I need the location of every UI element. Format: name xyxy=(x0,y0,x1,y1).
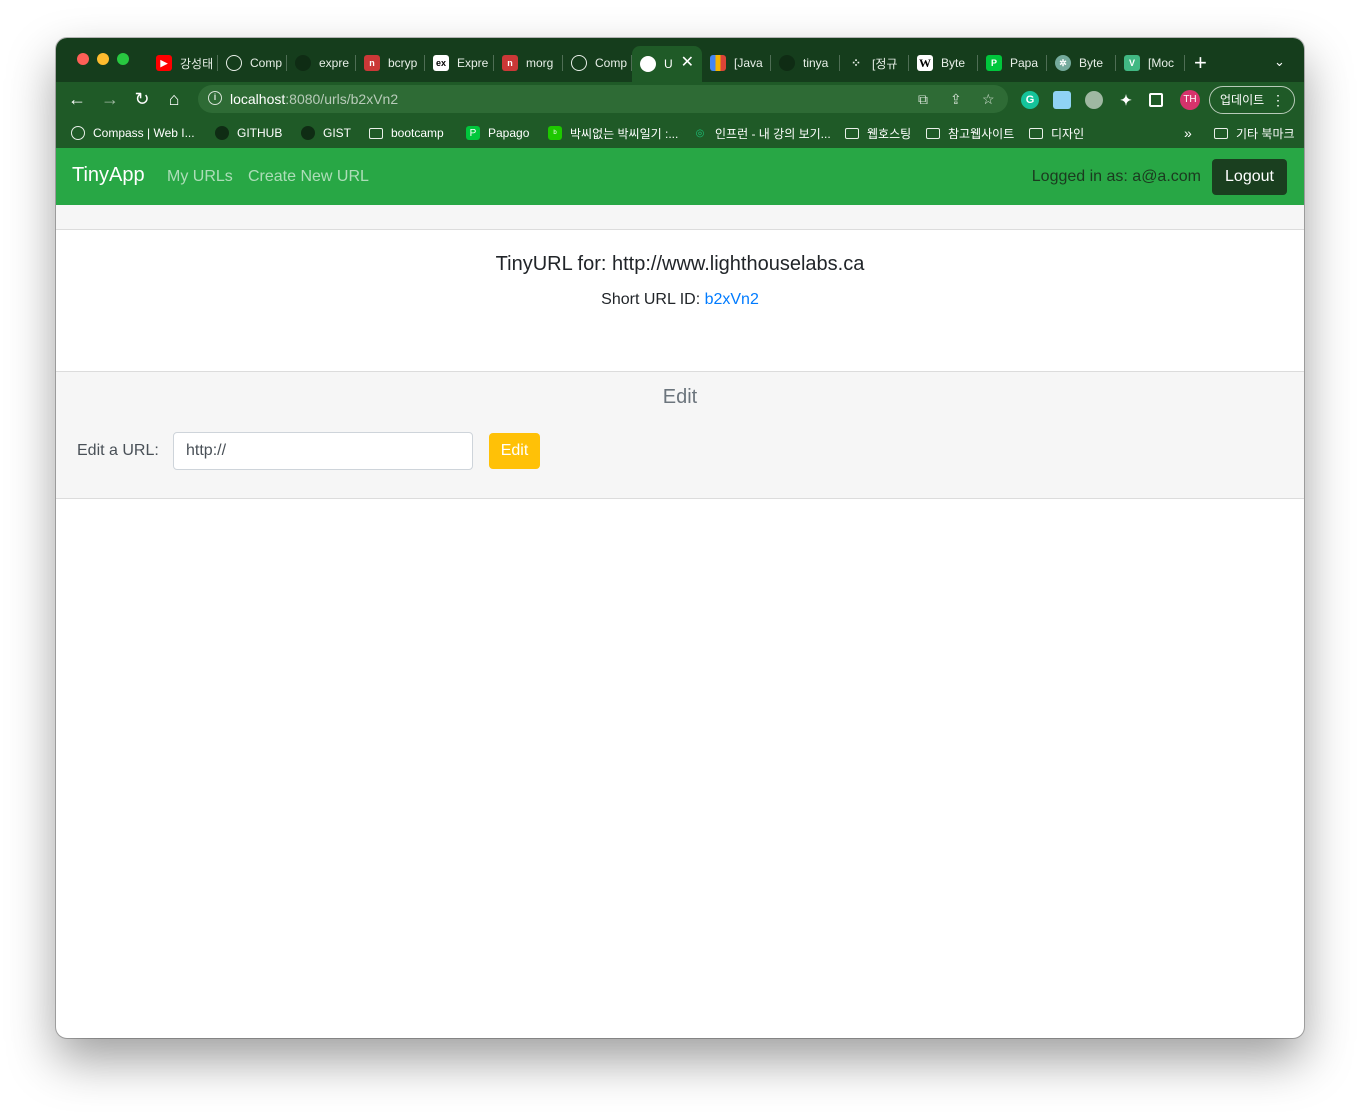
address-url[interactable]: localhost:8080/urls/b2xVn2 xyxy=(230,91,398,107)
wikipedia-icon: W xyxy=(917,55,933,71)
bookmark-item[interactable]: ◎ 인프런 - 내 강의 보기... xyxy=(693,125,831,141)
browser-tab[interactable]: ⁘ [정규 xyxy=(840,50,909,76)
edit-heading: Edit xyxy=(662,386,698,408)
compass-icon xyxy=(226,55,242,71)
edit-url-input[interactable] xyxy=(173,432,473,470)
npm-icon: n xyxy=(502,55,518,71)
edit-button[interactable]: Edit xyxy=(489,433,540,469)
browser-tab[interactable]: V [Moc xyxy=(1116,50,1185,76)
tab-strip: ▶ 강성태 Comp expre n bcryp ex Expre n morg… xyxy=(56,38,1304,82)
window-maximize-button[interactable] xyxy=(117,53,129,65)
inflearn-icon: ◎ xyxy=(695,127,705,139)
other-bookmarks[interactable]: 기타 북마크 xyxy=(1214,125,1295,141)
browser-tab[interactable]: expre xyxy=(287,50,356,76)
edit-url-label: Edit a URL: xyxy=(77,442,159,459)
bookmark-item[interactable]: 참고웹사이트 xyxy=(926,125,1014,141)
url-card: TinyURL for: http://www.lighthouselabs.c… xyxy=(56,231,1304,371)
browser-window: ▶ 강성태 Comp expre n bcryp ex Expre n morg… xyxy=(56,38,1304,1038)
site-info-icon[interactable]: i xyxy=(208,91,222,105)
youtube-icon: ▶ xyxy=(156,55,172,71)
card-title: TinyURL for: http://www.lighthouselabs.c… xyxy=(495,253,865,275)
browser-tab[interactable]: n bcryp xyxy=(356,50,425,76)
folder-icon xyxy=(845,126,859,140)
avatar[interactable]: TH xyxy=(1180,90,1200,110)
browser-tab-active[interactable]: U ✕ xyxy=(632,46,702,82)
translate-icon[interactable]: ⧉ xyxy=(918,90,928,108)
browser-tab[interactable]: Comp xyxy=(563,50,632,76)
nav-my-urls[interactable]: My URLs xyxy=(167,168,233,186)
browser-tab[interactable]: tinya xyxy=(771,50,840,76)
blog-icon: b xyxy=(548,126,562,140)
github-icon xyxy=(779,55,795,71)
compass-icon xyxy=(71,126,85,140)
browser-tab[interactable]: n morg xyxy=(494,50,563,76)
dots-icon: ⁘ xyxy=(850,56,862,70)
logout-button[interactable]: Logout xyxy=(1212,159,1287,195)
bookmark-star-icon[interactable]: ☆ xyxy=(982,90,995,108)
chatgpt-icon: ✲ xyxy=(1055,55,1071,71)
back-arrow-icon[interactable]: ← xyxy=(66,88,88,110)
chevron-down-icon[interactable]: ⌄ xyxy=(1274,54,1285,70)
bookmark-item[interactable]: b 박씨없는 박씨일기 :... xyxy=(548,125,678,141)
blocks-icon xyxy=(710,55,726,71)
address-bar[interactable]: i localhost:8080/urls/b2xVn2 ⧉ ⇪ ☆ xyxy=(198,85,1008,113)
folder-icon xyxy=(369,126,383,140)
folder-icon xyxy=(1029,126,1043,140)
short-url-line: Short URL ID: b2xVn2 xyxy=(601,291,759,308)
short-url-link[interactable]: b2xVn2 xyxy=(705,291,759,308)
menu-dots-icon: ⋮ xyxy=(1271,92,1285,108)
new-tab-plus-icon[interactable]: + xyxy=(1194,52,1207,74)
globe-icon xyxy=(640,56,656,72)
github-icon xyxy=(295,55,311,71)
browser-tab[interactable]: [Java xyxy=(702,50,771,76)
browser-tab[interactable]: P Papa xyxy=(978,50,1047,76)
home-icon[interactable]: ⌂ xyxy=(163,88,185,110)
bookmark-item[interactable]: P Papago xyxy=(466,125,529,141)
browser-tab[interactable]: W Byte xyxy=(909,50,978,76)
browser-tab[interactable]: ✲ Byte xyxy=(1047,50,1116,76)
browser-tab[interactable]: ex Expre xyxy=(425,50,494,76)
puzzle-icon[interactable]: ✦ xyxy=(1117,91,1135,109)
reload-icon[interactable]: ↻ xyxy=(131,88,153,110)
bookmark-item[interactable]: GIST xyxy=(301,125,351,141)
express-icon: ex xyxy=(433,55,449,71)
forward-arrow-icon[interactable]: → xyxy=(99,88,121,110)
extension-globe-icon[interactable] xyxy=(1085,91,1103,109)
bookmarks-bar: Compass | Web I... GITHUB GIST bootcamp … xyxy=(56,118,1304,148)
bookmark-item[interactable]: bootcamp xyxy=(369,125,444,141)
folder-icon xyxy=(1214,126,1228,140)
window-minimize-button[interactable] xyxy=(97,53,109,65)
browser-toolbar: ← → ↻ ⌂ i localhost:8080/urls/b2xVn2 ⧉ ⇪… xyxy=(56,82,1304,118)
browser-tab[interactable]: ▶ 강성태 xyxy=(148,50,218,76)
app-navbar: TinyApp My URLs Create New URL Logged in… xyxy=(56,148,1304,205)
bookmarks-overflow-button[interactable]: » xyxy=(1184,125,1192,141)
extension-icon[interactable] xyxy=(1053,91,1071,109)
update-button[interactable]: 업데이트 ⋮ xyxy=(1209,86,1295,114)
github-icon xyxy=(301,126,315,140)
grammarly-icon[interactable]: G xyxy=(1021,91,1039,109)
edit-section: Edit Edit a URL: Edit xyxy=(56,371,1304,499)
papago-icon: P xyxy=(466,126,480,140)
bookmark-item[interactable]: 웹호스팅 xyxy=(845,125,911,141)
card-header xyxy=(56,205,1304,230)
nav-create-new-url[interactable]: Create New URL xyxy=(248,168,369,186)
close-tab-icon[interactable]: ✕ xyxy=(681,54,694,72)
bookmark-item[interactable]: 디자인 xyxy=(1029,125,1084,141)
share-icon[interactable]: ⇪ xyxy=(950,90,962,108)
npm-icon: n xyxy=(364,55,380,71)
papago-icon: P xyxy=(986,55,1002,71)
brand-link[interactable]: TinyApp xyxy=(72,164,145,187)
bookmark-item[interactable]: Compass | Web I... xyxy=(71,125,195,141)
side-panel-icon[interactable] xyxy=(1149,93,1163,107)
folder-icon xyxy=(926,126,940,140)
window-close-button[interactable] xyxy=(77,53,89,65)
github-icon xyxy=(215,126,229,140)
vue-icon: V xyxy=(1124,55,1140,71)
browser-tab[interactable]: Comp xyxy=(218,50,287,76)
bookmark-item[interactable]: GITHUB xyxy=(215,125,282,141)
compass-icon xyxy=(571,55,587,71)
logged-in-text: Logged in as: a@a.com xyxy=(1031,168,1201,185)
